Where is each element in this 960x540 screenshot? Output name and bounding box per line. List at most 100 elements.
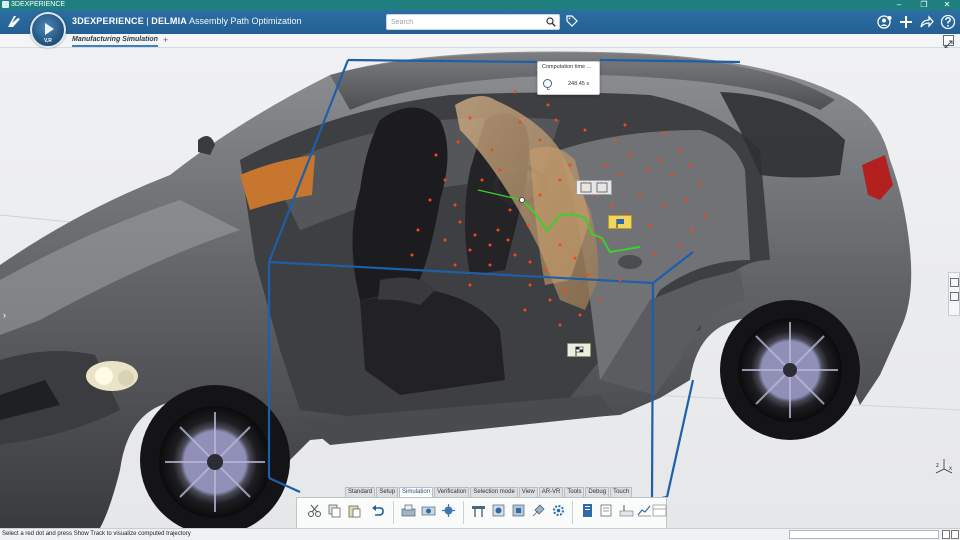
clash-analysis-icon[interactable]	[491, 503, 506, 518]
close-button[interactable]: ✕	[936, 0, 958, 10]
help-icon[interactable]	[940, 14, 956, 30]
sample-dot[interactable]	[490, 148, 494, 152]
search-input[interactable]	[391, 16, 541, 28]
sample-dot[interactable]	[434, 153, 438, 157]
sample-dot[interactable]	[443, 178, 447, 182]
sample-dot[interactable]	[638, 193, 642, 197]
sample-dot[interactable]	[526, 223, 530, 227]
sample-dot[interactable]	[586, 273, 590, 277]
sample-dot[interactable]	[538, 193, 542, 197]
sample-dot[interactable]	[518, 120, 522, 124]
sample-dot[interactable]	[453, 263, 457, 267]
tab-touch[interactable]: Touch	[610, 487, 633, 497]
sample-dot[interactable]	[598, 238, 602, 242]
sample-dot[interactable]	[648, 223, 652, 227]
restore-button[interactable]: ❐	[913, 0, 935, 10]
sample-dot[interactable]	[538, 138, 542, 142]
sample-dot[interactable]	[558, 178, 562, 182]
sample-dot[interactable]	[558, 323, 562, 327]
sample-dot[interactable]	[688, 163, 692, 167]
sample-dot[interactable]	[663, 203, 667, 207]
sample-dot[interactable]	[618, 173, 622, 177]
cut-icon[interactable]	[307, 503, 322, 518]
sample-dot[interactable]	[528, 260, 532, 264]
sample-dot[interactable]	[546, 103, 550, 107]
sample-dot[interactable]	[473, 233, 477, 237]
sample-dot[interactable]	[506, 238, 510, 242]
sample-dot[interactable]	[678, 148, 682, 152]
side-tool-1-icon[interactable]	[950, 278, 959, 287]
sample-dot[interactable]	[523, 308, 527, 312]
expand-tree-arrow-icon[interactable]: ›	[3, 310, 6, 320]
tab-debug[interactable]: Debug	[585, 487, 610, 497]
sample-dot[interactable]	[513, 90, 517, 94]
sample-dot[interactable]	[646, 168, 650, 172]
sample-dot[interactable]	[528, 283, 532, 287]
sample-dot[interactable]	[416, 228, 420, 232]
sample-dot[interactable]	[573, 256, 577, 260]
sample-dot[interactable]	[458, 220, 462, 224]
sample-dot[interactable]	[543, 268, 547, 272]
tools-icon[interactable]	[531, 503, 546, 518]
tab-simulation[interactable]: Simulation	[399, 487, 434, 497]
expand-icon[interactable]	[943, 35, 954, 49]
tab-manufacturing-simulation[interactable]: Manufacturing Simulation	[72, 36, 158, 47]
filter-icon[interactable]	[942, 530, 950, 539]
graph-icon[interactable]	[637, 503, 652, 518]
settings-icon[interactable]	[951, 530, 959, 539]
sample-dot[interactable]	[658, 158, 662, 162]
sample-dot[interactable]	[498, 168, 502, 172]
sample-dot[interactable]	[480, 178, 484, 182]
gear-icon[interactable]	[551, 503, 566, 518]
sample-dot[interactable]	[558, 243, 562, 247]
copy-icon[interactable]	[327, 503, 342, 518]
tab-standard[interactable]: Standard	[345, 487, 376, 497]
ds-logo-icon[interactable]	[6, 14, 24, 30]
sample-dot[interactable]	[568, 163, 572, 167]
compute-path-icon[interactable]	[441, 503, 456, 518]
tab-ar-vr[interactable]: AR-VR	[538, 487, 564, 497]
add-tab-button[interactable]: +	[163, 35, 168, 45]
sample-dot[interactable]	[684, 198, 688, 202]
simulation-setup-icon[interactable]	[401, 503, 416, 518]
sample-dot[interactable]	[610, 203, 614, 207]
sample-dot[interactable]	[554, 118, 558, 122]
search-icon[interactable]	[546, 17, 556, 27]
sample-dot[interactable]	[628, 153, 632, 157]
sample-dot[interactable]	[468, 248, 472, 252]
sample-dot[interactable]	[488, 243, 492, 247]
timeline-icon[interactable]	[619, 503, 634, 518]
sample-dot[interactable]	[453, 203, 457, 207]
sample-dot[interactable]	[598, 298, 602, 302]
sample-dot[interactable]	[618, 278, 622, 282]
tab-tools[interactable]: Tools	[564, 487, 585, 497]
sample-dot[interactable]	[678, 243, 682, 247]
start-flag-icon[interactable]	[608, 215, 632, 229]
sample-dot[interactable]	[613, 138, 617, 142]
sample-dot[interactable]	[496, 228, 500, 232]
share-icon[interactable]	[918, 14, 934, 30]
finish-flag-icon[interactable]	[567, 343, 591, 357]
tab-setup[interactable]: Setup	[376, 487, 399, 497]
show-track-icon[interactable]	[471, 503, 486, 518]
tab-verification[interactable]: Verification	[434, 487, 470, 497]
path-planner-icon[interactable]	[421, 503, 436, 518]
sample-dot[interactable]	[468, 283, 472, 287]
tag-icon[interactable]	[566, 15, 578, 27]
sample-dot[interactable]	[698, 183, 702, 187]
tab-selection-mode[interactable]: Selection mode	[470, 487, 518, 497]
add-icon[interactable]	[898, 14, 914, 30]
sample-dot[interactable]	[661, 131, 665, 135]
sample-dot[interactable]	[508, 208, 512, 212]
minimize-button[interactable]: –	[888, 0, 910, 10]
sample-dot[interactable]	[563, 288, 567, 292]
sample-dot[interactable]	[623, 123, 627, 127]
sample-dot[interactable]	[410, 253, 414, 257]
undo-icon[interactable]	[370, 503, 385, 518]
sample-dot[interactable]	[603, 163, 607, 167]
robot-marker-panel[interactable]	[576, 180, 612, 195]
sample-dot[interactable]	[653, 253, 657, 257]
sample-dot[interactable]	[513, 253, 517, 257]
sample-dot[interactable]	[548, 298, 552, 302]
document-icon[interactable]	[599, 503, 614, 518]
